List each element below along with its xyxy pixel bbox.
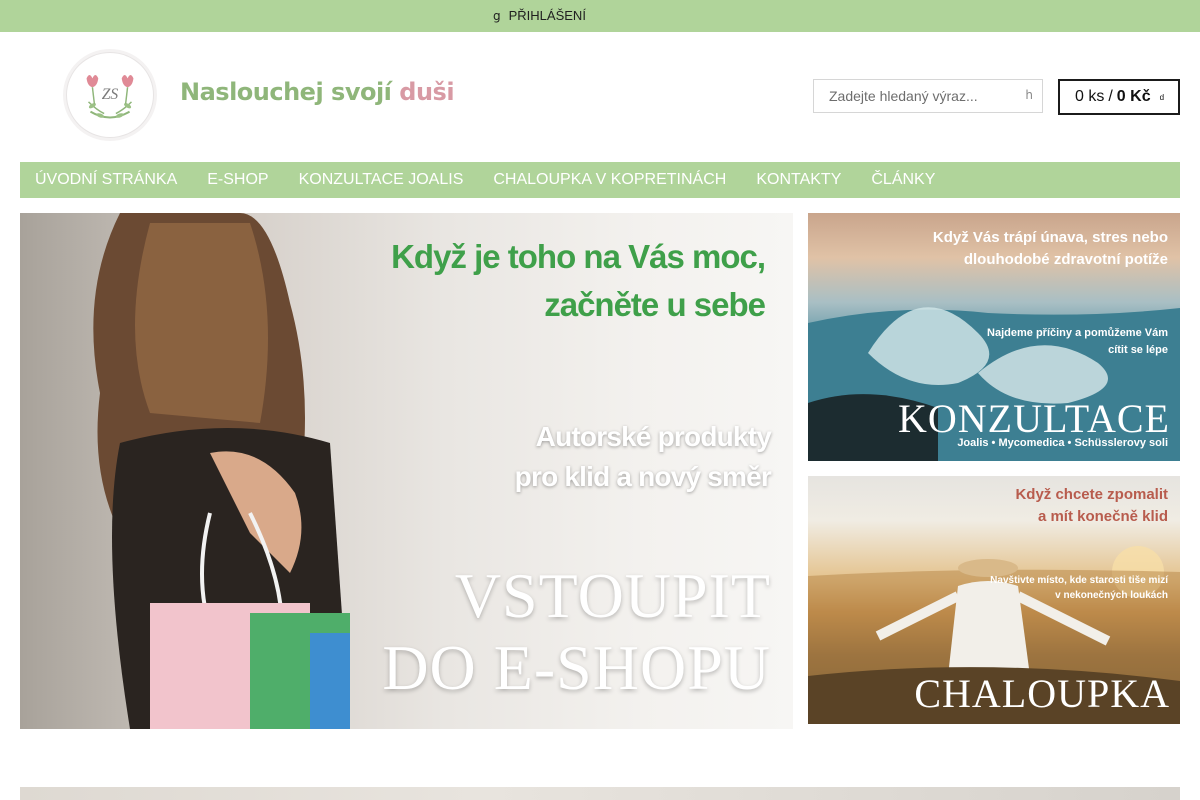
top-bar: g PŘIHLÁŠENÍ — [0, 0, 1200, 32]
cart-separator: / — [1108, 88, 1113, 105]
search-icon[interactable]: h — [1025, 88, 1033, 102]
cart-button[interactable]: 0 ks / 0 Kč d — [1058, 79, 1180, 115]
nav-item-home[interactable]: ÚVODNÍ STRÁNKA — [20, 162, 192, 198]
konzultace-caption: Joalis • Mycomedica • Schüsslerovy soli — [957, 437, 1168, 449]
site-title[interactable]: Naslouchej svojí duši — [180, 78, 455, 106]
svg-text:ZS: ZS — [102, 86, 119, 103]
site-title-part1: Naslouchej svojí — [180, 78, 400, 106]
nav-item-kontakty[interactable]: KONTAKTY — [741, 162, 856, 198]
nav-item-clanky[interactable]: ČLÁNKY — [856, 162, 950, 198]
logo-graphic: ZS — [86, 74, 134, 119]
konzultace-headline: Když Vás trápí únava, stres nebo dlouhod… — [932, 229, 1168, 268]
login-label: PŘIHLÁŠENÍ — [508, 8, 586, 23]
user-icon: g — [493, 8, 501, 23]
main-nav: ÚVODNÍ STRÁNKA E-SHOP KONZULTACE JOALIS … — [20, 162, 1180, 198]
nav-item-konzultace[interactable]: KONZULTACE JOALIS — [284, 162, 479, 198]
search-input[interactable] — [814, 80, 1042, 112]
eshop-cta: VSTOUPIT DO E-SHOPU — [382, 560, 771, 703]
eshop-subheadline: Autorské produkty pro klid a nový směr — [514, 421, 772, 492]
cart-icon: d — [1159, 92, 1165, 102]
chaloupka-title: CHALOUPKA — [914, 671, 1170, 716]
nav-item-eshop[interactable]: E-SHOP — [192, 162, 283, 198]
eshop-banner[interactable]: Když je toho na Vás moc, začněte u sebe … — [20, 213, 793, 729]
bottom-banner[interactable] — [20, 787, 1180, 800]
nav-item-chaloupka[interactable]: CHALOUPKA V KOPRETINÁCH — [478, 162, 741, 198]
eshop-headline: Když je toho na Vás moc, začněte u sebe — [391, 238, 766, 323]
login-link[interactable]: g PŘIHLÁŠENÍ — [493, 8, 586, 23]
woman-with-bags-image — [93, 213, 350, 729]
chaloupka-subheadline: Navštivte místo, kde starosti tiše mizí … — [990, 575, 1168, 601]
konzultace-title: KONZULTACE — [898, 396, 1170, 441]
logo[interactable]: ZS — [66, 52, 154, 138]
cart-total: 0 Kč — [1116, 88, 1151, 105]
konzultace-subheadline: Najdeme příčiny a pomůžeme Vám cítit se … — [987, 327, 1168, 356]
site-header: ZS Naslouchej svojí duši h 0 ks / 0 Kč d — [0, 32, 1200, 162]
chaloupka-headline: Když chcete zpomalit a mít konečně klid — [1015, 486, 1168, 525]
search-box: h — [813, 79, 1043, 113]
konzultace-banner[interactable]: Když Vás trápí únava, stres nebo dlouhod… — [808, 213, 1180, 461]
chaloupka-banner[interactable]: Když chcete zpomalit a mít konečně klid … — [808, 476, 1180, 724]
site-title-part2: duši — [399, 78, 455, 106]
cart-count: 0 ks — [1075, 88, 1105, 105]
